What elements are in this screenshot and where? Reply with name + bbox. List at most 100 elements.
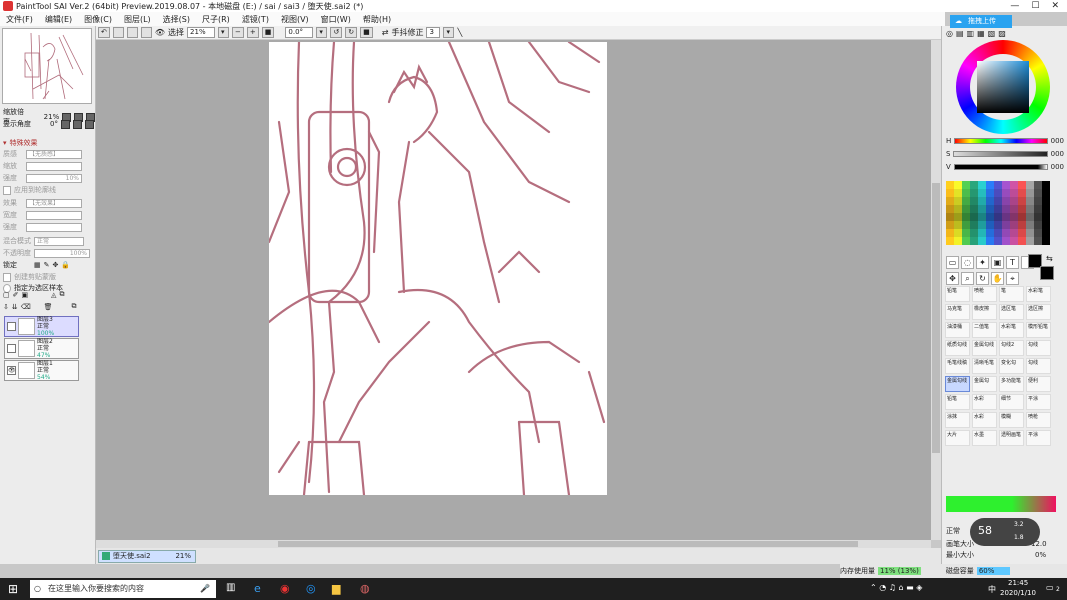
new-pen-layer-icon[interactable]: ✐	[13, 291, 19, 299]
menu-item[interactable]: 图层(L)	[124, 14, 151, 25]
palette-swatch[interactable]	[978, 181, 986, 189]
visibility-toggle[interactable]	[7, 322, 16, 331]
palette-swatch[interactable]	[1034, 237, 1042, 245]
ime-indicator[interactable]: 中	[988, 584, 996, 595]
palette-swatch[interactable]	[994, 229, 1002, 237]
palette-swatch[interactable]	[1026, 189, 1034, 197]
eye-icon[interactable]: 👁	[7, 366, 16, 375]
zoom-out-button[interactable]: −	[232, 27, 244, 38]
taskbar-search[interactable]: ○ 在这里输入你要搜索的内容 🎤	[30, 580, 216, 598]
palette-swatch[interactable]	[1002, 181, 1010, 189]
angle-field[interactable]: 0.0°	[285, 27, 314, 38]
brush-slot[interactable]: 水彩	[972, 394, 997, 410]
palette-swatch[interactable]	[954, 221, 962, 229]
value-slider[interactable]	[953, 164, 1048, 170]
palette-swatch[interactable]	[1034, 229, 1042, 237]
palette-swatch[interactable]	[1042, 197, 1050, 205]
palette-swatch[interactable]	[1042, 205, 1050, 213]
palette-swatch[interactable]	[1010, 213, 1018, 221]
notification-icon[interactable]: ▭	[1046, 583, 1054, 592]
brush-slot[interactable]: 涂抹	[945, 412, 970, 428]
palette-swatch[interactable]	[1034, 181, 1042, 189]
brush-slot[interactable]: 马克笔	[945, 304, 970, 320]
menu-item[interactable]: 尺子(R)	[202, 14, 230, 25]
lock-icon[interactable]: 🔒	[61, 261, 70, 269]
opacity-slider[interactable]: 100%	[34, 248, 90, 258]
new-folder-icon[interactable]: ▣	[22, 291, 29, 299]
scale-slider[interactable]	[26, 161, 82, 171]
brush-slot[interactable]: 铅笔	[945, 394, 970, 410]
brush-slot[interactable]: 金属勾	[972, 376, 997, 392]
brush-slot[interactable]: 勾线	[1026, 340, 1051, 356]
palette-swatch[interactable]	[1018, 197, 1026, 205]
zoom-in-button[interactable]: +	[246, 27, 259, 38]
lasso-icon[interactable]: ◌	[961, 256, 974, 269]
hue-slider[interactable]	[954, 138, 1048, 144]
palette-swatch[interactable]	[1002, 189, 1010, 197]
palette-swatch[interactable]	[962, 189, 970, 197]
palette-swatch[interactable]	[970, 229, 978, 237]
share-upload-button[interactable]: ☁ 拖拽上传	[950, 15, 1012, 28]
maximize-icon[interactable]: ☐	[1031, 1, 1039, 11]
nav-rotate-right-button[interactable]	[72, 119, 82, 129]
palette-swatch[interactable]	[1002, 229, 1010, 237]
brush-slot[interactable]: 平涂	[1026, 394, 1051, 410]
texture-select[interactable]: 【无质感】	[26, 149, 82, 159]
palette-swatch[interactable]	[962, 221, 970, 229]
windows-start-icon[interactable]: ⊞	[8, 582, 18, 596]
palette-swatch[interactable]	[1026, 237, 1034, 245]
width-slider[interactable]	[26, 210, 82, 220]
kuwo-icon[interactable]: ◎	[306, 582, 316, 595]
palette-swatch[interactable]	[1010, 229, 1018, 237]
palette-swatch[interactable]	[1026, 221, 1034, 229]
vertical-scrollbar[interactable]	[931, 40, 941, 540]
microphone-icon[interactable]: 🎤	[200, 580, 210, 598]
palette-swatch[interactable]	[1034, 221, 1042, 229]
palette-swatch[interactable]	[946, 205, 954, 213]
palette-swatch[interactable]	[1026, 181, 1034, 189]
palette-swatch[interactable]	[1042, 221, 1050, 229]
palette-swatch[interactable]	[946, 221, 954, 229]
brush-slot[interactable]: 纸质勾线	[945, 340, 970, 356]
brush-slot[interactable]: 清晰毛笔	[972, 358, 997, 374]
palette-swatch[interactable]	[986, 181, 994, 189]
palette-swatch[interactable]	[986, 205, 994, 213]
swatch-tab-icon[interactable]: ▧	[988, 29, 996, 38]
minimize-icon[interactable]: —	[1010, 1, 1019, 11]
palette-swatch[interactable]	[1002, 205, 1010, 213]
file-explorer-icon[interactable]: ▆	[332, 582, 340, 595]
palette-swatch[interactable]	[954, 181, 962, 189]
palette-swatch[interactable]	[1010, 197, 1018, 205]
brush-slot[interactable]: 水墨	[972, 430, 997, 446]
menu-item[interactable]: 视图(V)	[281, 14, 309, 25]
menu-item[interactable]: 选择(S)	[163, 14, 190, 25]
palette-swatch[interactable]	[986, 221, 994, 229]
strength-slider[interactable]: 10%	[26, 173, 82, 183]
duplicate-icon[interactable]: ⧉	[72, 302, 77, 311]
palette-swatch[interactable]	[1010, 221, 1018, 229]
nav-rotate-left-button[interactable]	[60, 119, 70, 129]
palette-swatch[interactable]	[1018, 221, 1026, 229]
layer-row[interactable]: 图层2 正常 47%	[4, 338, 79, 359]
palette-swatch[interactable]	[1018, 189, 1026, 197]
palette-swatch[interactable]	[994, 189, 1002, 197]
pen-icon[interactable]: ╲	[457, 28, 462, 37]
stabilizer-field[interactable]: 3	[426, 27, 441, 38]
blend-mode-select[interactable]: 正常	[34, 236, 84, 246]
brush-slot[interactable]: 金属勾线	[945, 376, 970, 392]
select-pen-icon[interactable]: ▣	[991, 256, 1004, 269]
palette-swatch[interactable]	[970, 221, 978, 229]
brush-slot[interactable]: 油漆桶	[945, 322, 970, 338]
apply-outline-checkbox[interactable]	[3, 185, 11, 195]
palette-swatch[interactable]	[994, 221, 1002, 229]
lock-move-icon[interactable]: ✥	[53, 261, 59, 269]
trash-icon[interactable]: 🗑	[44, 303, 53, 311]
move-icon[interactable]: ✥	[946, 272, 959, 285]
palette-swatch[interactable]	[954, 213, 962, 221]
palette-swatch[interactable]	[954, 237, 962, 245]
brush-slot[interactable]: 模形铅笔	[1026, 322, 1051, 338]
blank-button-1[interactable]	[112, 27, 124, 38]
menu-item[interactable]: 帮助(H)	[363, 14, 391, 25]
rect-select-icon[interactable]: ▭	[946, 256, 959, 269]
palette-swatch[interactable]	[970, 181, 978, 189]
